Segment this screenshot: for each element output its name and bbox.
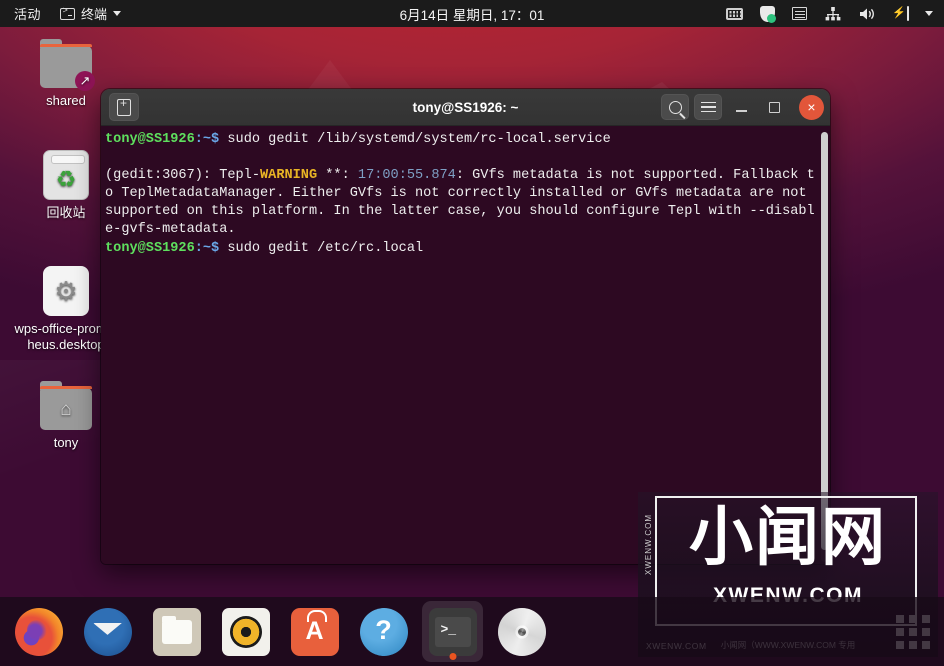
titlebar-controls: × [661,94,824,120]
minimize-icon [735,110,747,112]
new-tab-icon [117,96,131,116]
search-icon [668,100,682,114]
terminal-user: tony@SS1926 [105,240,195,256]
recycle-symbol: ♻ [55,165,77,192]
close-button[interactable]: × [799,94,824,120]
thunderbird-icon [83,607,132,656]
terminal-user: tony@SS1926 [105,132,195,147]
dock-item-disc[interactable] [491,601,552,662]
terminal-output: tony@SS1926:~$ sudo gedit /lib/systemd/s… [105,131,830,258]
home-symbol: ⌂ [60,398,72,420]
terminal-line: tony@SS1926:~$ sudo gedit /etc/rc.local [105,240,424,256]
optical-disc-icon [497,607,546,656]
dock-item-help[interactable] [353,601,414,662]
terminal-timestamp: 17:00:55.874 [357,168,456,184]
folder-home-icon: ⌂ [40,381,92,430]
folder-shared-link-icon: ↗ [40,39,95,91]
new-tab-button[interactable] [109,93,139,121]
terminal-titlebar[interactable]: tony@SS1926: ~ × [101,89,830,126]
dock-item-ubuntu-software[interactable] [284,601,345,662]
dock-item-rhythmbox[interactable] [215,601,276,662]
terminal-body[interactable]: tony@SS1926:~$ sudo gedit /lib/systemd/s… [101,126,830,564]
hamburger-menu-button[interactable] [694,94,722,120]
volume-icon[interactable] [859,7,876,21]
terminal-path: :~$ [194,240,220,256]
running-indicator-dot [449,653,456,660]
terminal-scrollbar-thumb[interactable] [821,132,828,550]
clock-datetime[interactable]: 6月14日 星期日, 17：01 [342,4,602,24]
dock-item-files[interactable] [146,601,207,662]
battery-icon[interactable]: ⚡ [892,6,909,22]
dock-item-terminal[interactable]: >_ [422,601,483,662]
app-menu-label: 终端 [81,7,108,22]
terminal-icon [60,6,76,20]
help-question-icon [359,607,408,656]
terminal-path: :~$ [194,132,220,147]
app-menu-terminal[interactable]: 终端 [54,4,127,23]
maximize-icon [768,101,780,113]
trash-icon: ♻ [43,150,89,200]
terminal-warning-token: WARNING [260,168,318,184]
network-icon[interactable] [824,6,842,21]
shield-security-icon[interactable] [760,5,776,23]
link-arrow-badge: ↗ [75,71,95,91]
chevron-down-icon [113,11,122,16]
activities-button[interactable]: 活动 [0,4,54,23]
minimize-button[interactable] [727,94,755,120]
desktop: 活动 终端 6月14日 星期日, 17：01 ⚡ ↗ sha [0,0,944,666]
dock-item-firefox[interactable] [8,601,69,662]
rhythmbox-icon [221,607,270,656]
gear-icon: ⚙ [54,276,78,306]
maximize-button[interactable] [760,94,788,120]
firefox-icon [14,607,63,656]
dock-item-thunderbird[interactable] [77,601,138,662]
chevron-down-icon[interactable] [925,11,933,16]
ubuntu-software-icon [290,607,339,656]
terminal-icon: >_ [428,607,477,656]
top-panel: 活动 终端 6月14日 星期日, 17：01 ⚡ [0,0,944,27]
terminal-line: (gedit:3067): Tepl-WARNING **: 17:00:55.… [105,168,815,238]
keyboard-indicator-icon[interactable] [726,7,743,20]
gear-application-icon: ⚙ [43,266,89,316]
files-folder-icon [152,607,201,656]
search-button[interactable] [661,94,689,120]
terminal-line: tony@SS1926:~$ sudo gedit /lib/systemd/s… [105,132,611,147]
input-method-icon[interactable] [792,7,807,20]
terminal-window[interactable]: tony@SS1926: ~ × tony@SS1926:~$ sudo ged… [101,89,830,564]
hamburger-menu-icon [700,101,716,113]
terminal-prompt-glyph: >_ [440,621,457,637]
terminal-scrollbar[interactable] [821,132,828,562]
system-tray: ⚡ [726,5,944,23]
dock: >_ [0,597,944,666]
